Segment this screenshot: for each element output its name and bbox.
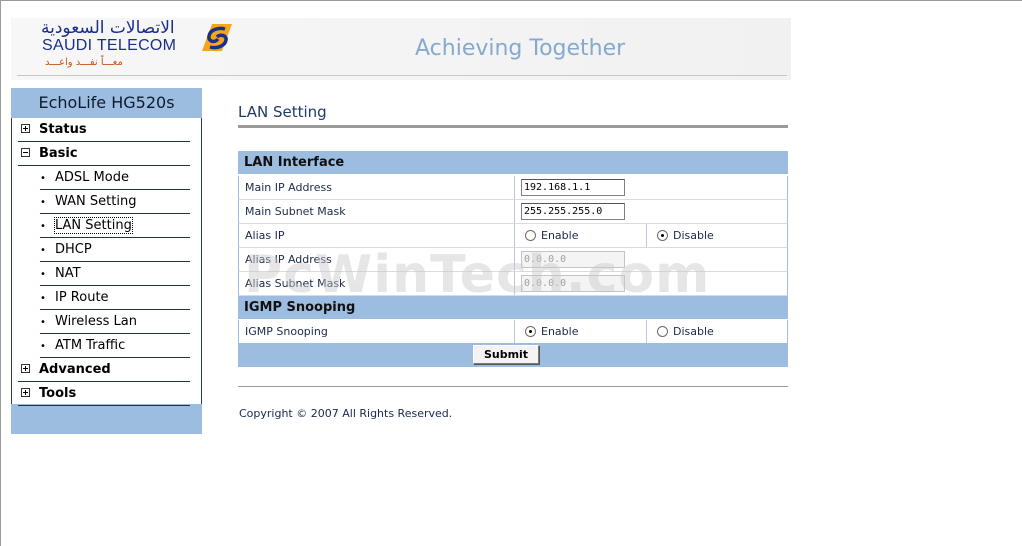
alias-ip-address-row: Alias IP Address 0.0.0.0 [238,248,788,272]
igmp-heading: IGMP Snooping [238,296,788,319]
logo-arabic-text: الاتصالات السعودية [41,18,175,38]
submit-row: Submit [238,343,788,367]
plus-box-icon [21,388,30,397]
bullet-icon: • [40,293,46,304]
column-divider [514,272,515,295]
sidebar-item-adsl-mode[interactable]: • ADSL Mode [40,166,190,190]
lan-interface-heading: LAN Interface [238,151,788,174]
stc-logo-icon [202,24,232,51]
sidebar-item-advanced[interactable]: Advanced [18,358,190,382]
igmp-disable-radio[interactable]: Disable [657,320,714,343]
alias-mask-label: Alias Subnet Mask [245,277,346,290]
alias-mask-row: Alias Subnet Mask 0.0.0.0 [238,272,788,296]
igmp-enable-radio[interactable]: Enable [525,320,578,343]
bullet-icon: • [40,173,46,184]
radio-off-icon [657,325,668,337]
main-mask-row: Main Subnet Mask 255.255.255.0 [238,200,788,224]
page-title: LAN Setting [238,103,327,121]
bullet-icon: • [40,341,46,352]
bullet-icon: • [40,269,46,280]
sidebar-item-status[interactable]: Status [18,118,190,142]
bottom-rule [238,386,788,387]
plus-box-icon [21,124,30,133]
alias-mask-input[interactable]: 0.0.0.0 [521,275,625,292]
sidebar-item-basic[interactable]: Basic [18,142,190,166]
minus-box-icon [21,148,30,157]
alias-enable-radio[interactable]: Enable [525,224,578,247]
alias-ip-label: Alias IP [245,229,285,242]
device-name: EchoLife HG520s [38,93,175,112]
alias-ip-address-label: Alias IP Address [245,253,332,266]
bullet-icon: • [40,197,46,208]
column-divider [514,200,515,223]
sidebar-item-dhcp[interactable]: • DHCP [40,238,190,262]
igmp-row: IGMP Snooping Enable Disable [238,320,788,344]
main-mask-input[interactable]: 255.255.255.0 [521,203,625,220]
header-banner: الاتصالات السعودية SAUDI TELECOM معـــاً… [11,18,791,80]
radio-off-icon [525,229,536,241]
copyright-text: Copyright © 2007 All Rights Reserved. [239,407,453,420]
main-ip-label: Main IP Address [245,181,332,194]
title-rule [238,125,788,128]
radio-on-icon [525,325,536,337]
bullet-icon: • [40,221,46,232]
main-mask-label: Main Subnet Mask [245,205,346,218]
slogan: Achieving Together [415,36,626,61]
sidebar-menu: Status Basic • ADSL Mode • WAN Setting • LA… [11,118,202,406]
sidebar-item-tools[interactable]: Tools [18,382,190,406]
alias-disable-radio[interactable]: Disable [657,224,714,247]
column-divider [646,320,647,343]
sidebar-item-ip-route[interactable]: • IP Route [40,286,190,310]
sidebar-item-atm-traffic[interactable]: • ATM Traffic [40,334,190,358]
column-divider [514,248,515,271]
bullet-icon: • [40,317,46,328]
column-divider [514,176,515,199]
alias-ip-row: Alias IP Enable Disable [238,224,788,248]
plus-box-icon [21,364,30,373]
main-ip-row: Main IP Address 192.168.1.1 [238,176,788,200]
column-divider [646,224,647,247]
alias-ip-address-input[interactable]: 0.0.0.0 [521,251,625,268]
submit-button[interactable]: Submit [473,345,539,364]
column-divider [514,320,515,343]
sidebar-item-wan-setting[interactable]: • WAN Setting [40,190,190,214]
logo-tagline: معـــاً نفـــد واعـــد [45,57,123,68]
sidebar: EchoLife HG520s Status Basic • ADSL Mode … [11,88,202,434]
sidebar-item-nat[interactable]: • NAT [40,262,190,286]
sidebar-item-wireless-lan[interactable]: • Wireless Lan [40,310,190,334]
bullet-icon: • [40,245,46,256]
logo-text: SAUDI TELECOM [42,37,177,54]
main-ip-input[interactable]: 192.168.1.1 [521,179,625,196]
igmp-label: IGMP Snooping [245,325,328,338]
column-divider [514,224,515,247]
sidebar-item-lan-setting[interactable]: • LAN Setting [40,214,190,238]
header-rule [17,75,787,76]
radio-on-icon [657,229,668,241]
